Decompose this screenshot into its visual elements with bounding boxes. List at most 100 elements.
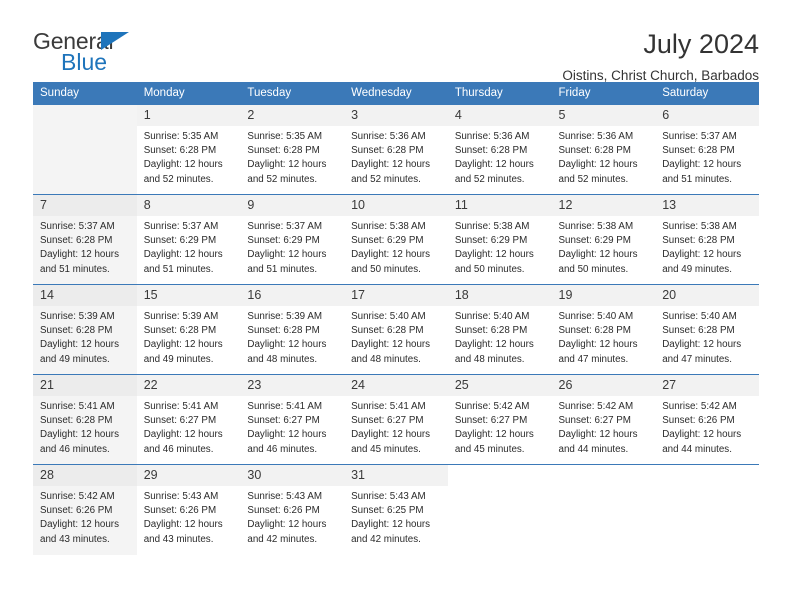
day-detail-sunrise: Sunrise: 5:39 AM (143, 311, 219, 322)
day-detail-daylight1: Daylight: 12 hours (143, 249, 223, 261)
day-detail-sunrise: Sunrise: 5:42 AM (558, 401, 634, 412)
page-header: General Blue July 2024 Oistins, Christ C… (33, 0, 759, 83)
calendar-day-cell[interactable]: 31 Sunrise: 5:43 AM Sunset: 6:25 PM Dayligh… (344, 464, 448, 555)
day-number: 16 (240, 285, 345, 306)
day-number: 30 (240, 465, 345, 486)
day-cell-inner (655, 465, 759, 555)
weekday-header-tuesday: Tuesday (240, 82, 345, 105)
day-detail-sunset: Sunset: 6:28 PM (247, 325, 320, 337)
day-detail-daylight1: Daylight: 12 hours (40, 339, 119, 351)
day-detail-daylight2: and 51 minutes. (40, 263, 110, 275)
day-detail-sunrise: Sunrise: 5:36 AM (454, 131, 530, 142)
day-cell-inner: 21 Sunrise: 5:41 AM Sunset: 6:28 PM Dayligh… (33, 375, 137, 464)
day-detail-daylight1: Daylight: 12 hours (351, 339, 431, 351)
day-detail-daylight2: and 44 minutes. (662, 443, 732, 455)
calendar-day-cell[interactable]: 2 Sunrise: 5:35 AM Sunset: 6:28 PM Daylight… (240, 104, 345, 195)
day-number: 14 (33, 285, 137, 306)
day-detail-daylight1: Daylight: 12 hours (454, 159, 534, 171)
calendar-table: Sunday Monday Tuesday Wednesday Thursday… (33, 82, 759, 555)
day-detail-sunset: Sunset: 6:29 PM (247, 235, 320, 247)
day-cell-inner: 20 Sunrise: 5:40 AM Sunset: 6:28 PM Dayligh… (655, 285, 759, 374)
calendar-day-cell[interactable]: 3 Sunrise: 5:36 AM Sunset: 6:28 PM Daylight… (344, 104, 448, 195)
calendar-day-cell[interactable]: 23 Sunrise: 5:41 AM Sunset: 6:27 PM Dayligh… (240, 374, 345, 465)
day-detail-daylight1: Daylight: 12 hours (40, 429, 119, 441)
calendar-day-cell[interactable]: 25 Sunrise: 5:42 AM Sunset: 6:27 PM Dayligh… (447, 374, 552, 465)
calendar-day-cell[interactable]: 28 Sunrise: 5:42 AM Sunset: 6:26 PM Dayligh… (33, 464, 137, 555)
day-number: 6 (655, 105, 759, 126)
day-cell-inner: 19 Sunrise: 5:40 AM Sunset: 6:28 PM Dayligh… (551, 285, 656, 374)
day-details: Sunrise: 5:41 AM Sunset: 6:27 PM Daylight:… (240, 396, 344, 457)
day-detail-sunset: Sunset: 6:26 PM (143, 505, 217, 517)
day-detail-daylight2: and 51 minutes. (247, 263, 318, 275)
weekday-header-sunday: Sunday (33, 82, 137, 105)
day-cell-inner: 14 Sunrise: 5:39 AM Sunset: 6:28 PM Dayligh… (33, 285, 137, 374)
page-title: July 2024 (643, 29, 759, 59)
general-blue-logo[interactable]: General Blue (33, 28, 151, 75)
day-detail-daylight2: and 49 minutes. (40, 353, 110, 365)
day-details: Sunrise: 5:38 AM Sunset: 6:29 PM Daylight:… (344, 216, 448, 277)
calendar-day-cell[interactable]: 18 Sunrise: 5:40 AM Sunset: 6:28 PM Dayligh… (447, 284, 552, 375)
calendar-day-cell[interactable]: 29 Sunrise: 5:43 AM Sunset: 6:26 PM Dayligh… (136, 464, 241, 555)
day-detail-sunrise: Sunrise: 5:41 AM (351, 401, 426, 412)
calendar-day-cell[interactable]: 14 Sunrise: 5:39 AM Sunset: 6:28 PM Dayligh… (33, 284, 137, 375)
calendar-day-cell[interactable]: 6 Sunrise: 5:37 AM Sunset: 6:28 PM Daylight… (655, 104, 759, 195)
day-detail-daylight1: Daylight: 12 hours (40, 519, 119, 531)
calendar-day-cell[interactable]: 24 Sunrise: 5:41 AM Sunset: 6:27 PM Dayligh… (344, 374, 448, 465)
day-cell-inner: 11 Sunrise: 5:38 AM Sunset: 6:29 PM Dayligh… (447, 195, 552, 284)
calendar-week-row: 1 Sunrise: 5:35 AM Sunset: 6:28 PM Daylight… (33, 104, 759, 195)
day-number: 22 (136, 375, 241, 396)
day-detail-daylight1: Daylight: 12 hours (558, 159, 638, 171)
day-detail-sunrise: Sunrise: 5:43 AM (351, 491, 426, 502)
calendar-day-cell[interactable]: 21 Sunrise: 5:41 AM Sunset: 6:28 PM Dayligh… (33, 374, 137, 465)
calendar-day-cell[interactable]: 19 Sunrise: 5:40 AM Sunset: 6:28 PM Dayligh… (551, 284, 656, 375)
calendar-day-cell[interactable]: 5 Sunrise: 5:36 AM Sunset: 6:28 PM Daylight… (551, 104, 656, 195)
day-detail-sunset: Sunset: 6:28 PM (662, 235, 735, 247)
day-detail-daylight2: and 43 minutes. (143, 533, 214, 545)
calendar-day-cell[interactable]: 30 Sunrise: 5:43 AM Sunset: 6:26 PM Dayligh… (240, 464, 345, 555)
calendar-day-cell[interactable]: 16 Sunrise: 5:39 AM Sunset: 6:28 PM Dayligh… (240, 284, 345, 375)
day-detail-daylight1: Daylight: 12 hours (558, 429, 638, 441)
day-number: 21 (33, 375, 137, 396)
day-detail-sunrise: Sunrise: 5:43 AM (247, 491, 323, 502)
day-cell-inner: 28 Sunrise: 5:42 AM Sunset: 6:26 PM Dayligh… (33, 465, 137, 555)
calendar-day-cell[interactable]: 13 Sunrise: 5:38 AM Sunset: 6:28 PM Dayligh… (655, 194, 759, 285)
day-detail-daylight2: and 51 minutes. (143, 263, 214, 275)
calendar-day-cell[interactable]: 11 Sunrise: 5:38 AM Sunset: 6:29 PM Dayligh… (447, 194, 552, 285)
day-detail-daylight1: Daylight: 12 hours (247, 519, 327, 531)
calendar-day-cell[interactable]: 17 Sunrise: 5:40 AM Sunset: 6:28 PM Dayligh… (344, 284, 448, 375)
calendar-day-cell[interactable]: 12 Sunrise: 5:38 AM Sunset: 6:29 PM Dayligh… (551, 194, 656, 285)
day-detail-sunset: Sunset: 6:28 PM (143, 325, 217, 337)
day-detail-sunset: Sunset: 6:28 PM (40, 325, 113, 337)
calendar-day-cell[interactable]: 8 Sunrise: 5:37 AM Sunset: 6:29 PM Daylight… (136, 194, 241, 285)
day-cell-inner: 16 Sunrise: 5:39 AM Sunset: 6:28 PM Dayligh… (240, 285, 345, 374)
calendar-day-cell[interactable]: 10 Sunrise: 5:38 AM Sunset: 6:29 PM Dayligh… (344, 194, 448, 285)
day-number: 2 (240, 105, 345, 126)
day-detail-daylight2: and 44 minutes. (558, 443, 629, 455)
calendar-day-cell[interactable]: 9 Sunrise: 5:37 AM Sunset: 6:29 PM Daylight… (240, 194, 345, 285)
day-detail-sunset: Sunset: 6:26 PM (40, 505, 113, 517)
day-detail-daylight2: and 45 minutes. (351, 443, 421, 455)
calendar-day-cell[interactable]: 4 Sunrise: 5:36 AM Sunset: 6:28 PM Daylight… (447, 104, 552, 195)
day-detail-sunset: Sunset: 6:27 PM (454, 415, 528, 427)
day-detail-sunrise: Sunrise: 5:37 AM (662, 131, 737, 142)
day-detail-daylight1: Daylight: 12 hours (454, 249, 534, 261)
day-detail-daylight1: Daylight: 12 hours (351, 159, 431, 171)
calendar-day-cell[interactable]: 26 Sunrise: 5:42 AM Sunset: 6:27 PM Dayligh… (551, 374, 656, 465)
day-detail-sunrise: Sunrise: 5:40 AM (662, 311, 737, 322)
day-detail-sunset: Sunset: 6:29 PM (351, 235, 424, 247)
day-cell-inner: 7 Sunrise: 5:37 AM Sunset: 6:28 PM Daylight… (33, 195, 137, 284)
day-details: Sunrise: 5:40 AM Sunset: 6:28 PM Daylight:… (344, 306, 448, 367)
calendar-day-cell[interactable]: 1 Sunrise: 5:35 AM Sunset: 6:28 PM Daylight… (136, 104, 241, 195)
calendar-day-cell[interactable]: 27 Sunrise: 5:42 AM Sunset: 6:26 PM Dayligh… (655, 374, 759, 465)
day-cell-inner: 25 Sunrise: 5:42 AM Sunset: 6:27 PM Dayligh… (447, 375, 552, 464)
day-detail-sunrise: Sunrise: 5:42 AM (454, 401, 530, 412)
calendar-day-cell[interactable]: 15 Sunrise: 5:39 AM Sunset: 6:28 PM Dayligh… (136, 284, 241, 375)
day-detail-sunset: Sunset: 6:28 PM (351, 145, 424, 157)
day-detail-sunrise: Sunrise: 5:41 AM (143, 401, 219, 412)
day-number: 19 (551, 285, 656, 306)
calendar-day-cell[interactable]: 7 Sunrise: 5:37 AM Sunset: 6:28 PM Daylight… (33, 194, 137, 285)
calendar-day-cell[interactable]: 22 Sunrise: 5:41 AM Sunset: 6:27 PM Dayligh… (136, 374, 241, 465)
calendar-day-cell[interactable]: 20 Sunrise: 5:40 AM Sunset: 6:28 PM Dayligh… (655, 284, 759, 375)
day-detail-sunset: Sunset: 6:28 PM (558, 145, 631, 157)
calendar-cell-empty (447, 464, 552, 555)
